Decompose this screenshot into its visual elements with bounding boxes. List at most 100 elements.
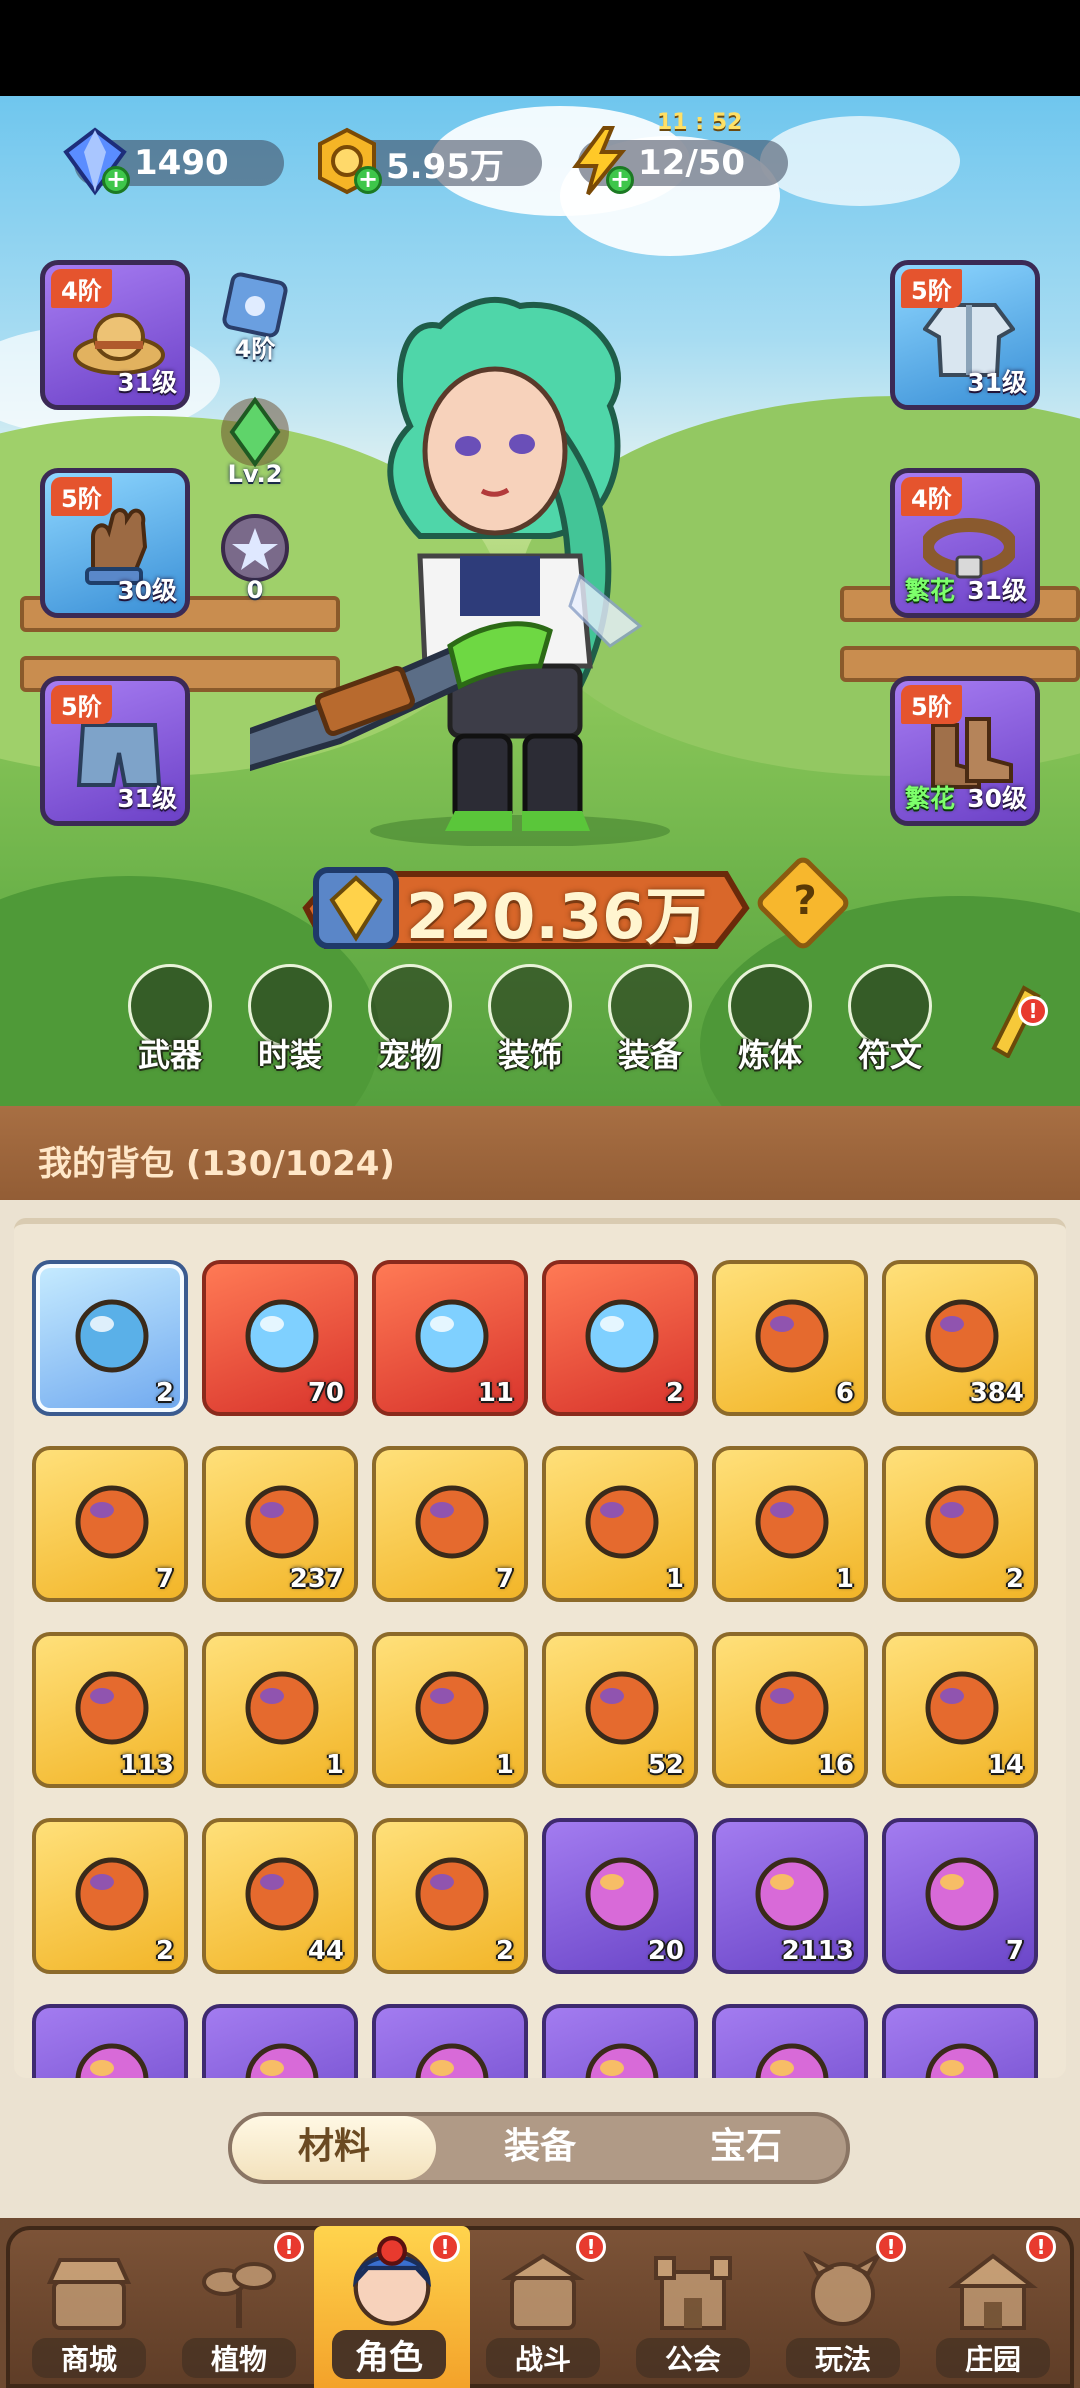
pet-tier-badge[interactable]: 4阶 [212,268,298,363]
bag-grid-container[interactable]: 2 70 11 2 6 384 7 237 7 1 1 2 113 1 1 52 16 14 2 44 2 20 2113 7 [14,1218,1066,2078]
nav-guild[interactable]: 公会 [618,2226,768,2388]
tab-pet[interactable]: 宠物 [360,964,460,1084]
honey-pot-icon [925,1299,999,1373]
add-diamond-button[interactable]: + [102,166,130,194]
nav-character[interactable]: 角色 ! [314,2226,470,2388]
item-count: 70 [307,1378,344,1408]
bag-item[interactable]: 2113 [712,1818,868,1974]
bag-item[interactable] [202,2004,358,2078]
tab-equipment[interactable]: 装备 [600,964,700,1084]
add-coin-button[interactable]: + [354,166,382,194]
item-count: 7 [155,1564,174,1594]
bag-item[interactable]: 6 [712,1260,868,1416]
nav-gameplay[interactable]: 玩法 ! [768,2226,918,2388]
bag-item[interactable]: 2 [542,1260,698,1416]
orange-potion-icon [75,1671,149,1745]
bag-item[interactable]: 1 [202,1632,358,1788]
bag-item[interactable]: 7 [32,1446,188,1602]
bag-item[interactable]: 7 [372,1446,528,1602]
character-illustration[interactable] [250,286,770,846]
bag-item[interactable]: 237 [202,1446,358,1602]
help-symbol: ? [793,877,817,924]
bag-title: 我的背包 (130/1024) [38,1144,395,1184]
level-label: 30级 [967,784,1027,813]
equip-slot-belt[interactable]: 4阶 繁花 31级 [890,468,1040,618]
equip-slot-jacket[interactable]: 5阶 31级 [890,260,1040,410]
bag-panel: 2 70 11 2 6 384 7 237 7 1 1 2 113 1 1 52 16 14 2 44 2 20 2113 7… [0,1200,1080,2218]
diamond-counter[interactable]: + 1490 [63,127,284,196]
energy-counter[interactable]: + 12/50 [572,126,788,196]
nav-plant[interactable]: 植物 ! [164,2226,314,2388]
bag-item[interactable] [542,2004,698,2078]
tab-label: 炼体 [737,1036,802,1074]
bag-item[interactable]: 20 [542,1818,698,1974]
item-count: 1 [495,1750,514,1780]
mandrake-icon [415,1485,489,1559]
combat-power-value: 220.36万 [406,880,708,953]
bag-item[interactable] [32,2004,188,2078]
bag-item[interactable]: 1 [372,1632,528,1788]
tab-materials[interactable]: 材料 [232,2116,436,2180]
manor-icon [948,2253,1038,2330]
bag-item[interactable]: 44 [202,1818,358,1974]
gem-level-badge[interactable]: Lv.2 [212,392,298,488]
tab-gems[interactable]: 宝石 [644,2116,848,2180]
bag-item[interactable]: 2 [32,1260,188,1416]
tab-gear[interactable]: 装备 [438,2116,642,2180]
spell-book-icon [585,1671,659,1745]
item-count: 6 [835,1378,854,1408]
bag-item[interactable] [712,2004,868,2078]
equip-slot-pants[interactable]: 5阶 31级 [40,676,190,826]
drone-icon [75,1485,149,1559]
tab-weapon[interactable]: 武器 [120,964,220,1084]
bag-item[interactable]: 1 [542,1446,698,1602]
teddy-bear-icon [75,2043,149,2078]
level-label: 31级 [117,784,177,813]
equip-slot-hat[interactable]: 4阶 31级 [40,260,190,410]
bag-item[interactable]: 16 [712,1632,868,1788]
skull-scroll-icon [755,1299,829,1373]
bag-item[interactable] [882,2004,1038,2078]
bag-item[interactable]: 2 [32,1818,188,1974]
bag-item[interactable]: 384 [882,1260,1038,1416]
flower-pot-icon [415,1671,489,1745]
bag-item[interactable]: 52 [542,1632,698,1788]
star-orb-label: 0 [246,576,264,604]
tab-body-refine[interactable]: 炼体 [720,964,820,1084]
bag-item[interactable]: 7 [882,1818,1038,1974]
equip-slot-boots[interactable]: 5阶 繁花 30级 [890,676,1040,826]
bag-item[interactable]: 2 [372,1818,528,1974]
tab-decoration[interactable]: 装饰 [480,964,580,1084]
character-scene: + 1490 + 5.95万 + 12/50 11 : 52 4阶 31级 5阶… [0,96,1080,1106]
nav-battle[interactable]: 战斗 ! [468,2226,618,2388]
bag-item[interactable]: 113 [32,1632,188,1788]
nav-shop[interactable]: 商城 [14,2226,164,2388]
tier-tag: 5阶 [901,269,962,308]
nav-manor[interactable]: 庄园 ! [918,2226,1068,2388]
blue-crystal-icon [245,1299,319,1373]
bag-item[interactable] [372,2004,528,2078]
tab-fashion[interactable]: 时装 [240,964,340,1084]
equip-slot-glove[interactable]: 5阶 30级 [40,468,190,618]
tab-rune[interactable]: 符文 [840,964,940,1084]
bag-item[interactable]: 70 [202,1260,358,1416]
blue-gift-icon [925,2043,999,2078]
item-count: 52 [647,1750,684,1780]
cloud [760,116,960,206]
nav-label: 植物 [182,2338,296,2378]
notification-badge: ! [576,2232,606,2262]
bag-item[interactable]: 11 [372,1260,528,1416]
candy-icon [755,2043,829,2078]
coin-counter[interactable]: + 5.95万 [318,127,542,195]
bag-item[interactable]: 1 [712,1446,868,1602]
energy-timer: 11 : 52 [657,110,743,135]
pet-tier-label: 4阶 [234,335,276,363]
item-count: 384 [969,1378,1024,1408]
combat-power-banner: 220.36万 [296,860,756,956]
add-energy-button[interactable]: + [606,166,634,194]
bag-item[interactable]: 2 [882,1446,1038,1602]
item-count: 20 [647,1936,684,1966]
star-orb-badge[interactable]: 0 [212,508,298,604]
bag-item[interactable]: 14 [882,1632,1038,1788]
item-count: 2 [155,1378,174,1408]
